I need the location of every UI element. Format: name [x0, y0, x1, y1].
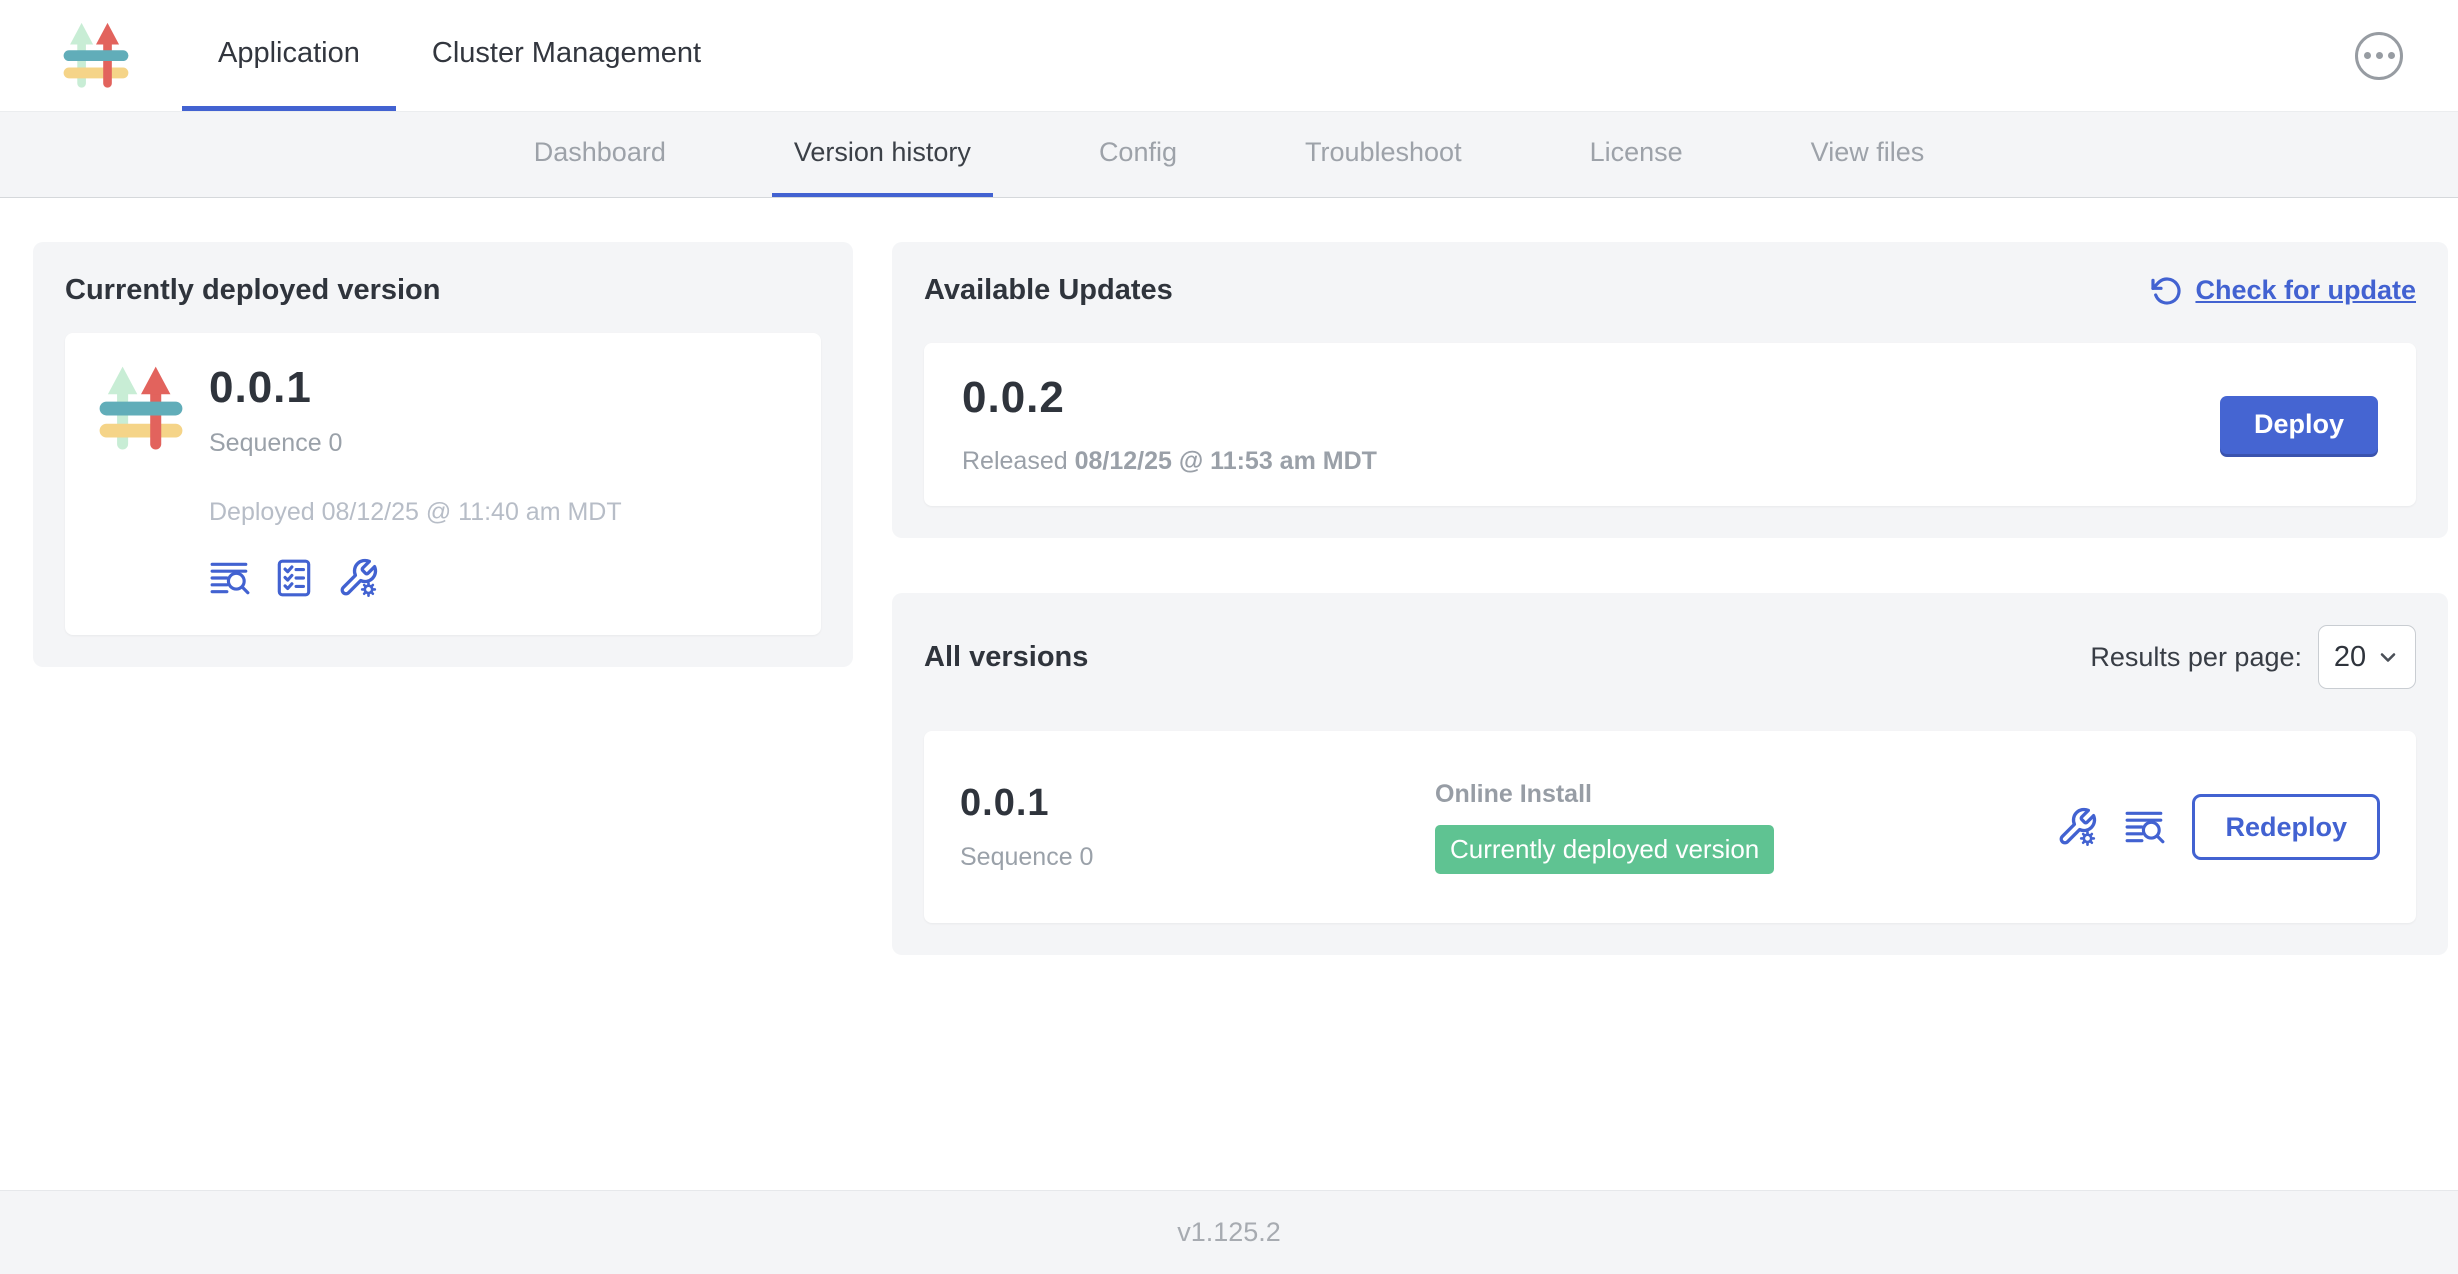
currently-deployed-card: Currently deployed version 0.0.1 Sequenc… [33, 242, 853, 667]
deploy-button[interactable]: Deploy [2220, 396, 2378, 454]
console-version: v1.125.2 [1177, 1217, 1281, 1248]
tab-cluster-management-label: Cluster Management [432, 37, 701, 70]
row-sequence-label: Sequence 0 [960, 843, 1435, 872]
tab-application[interactable]: Application [182, 0, 396, 111]
all-versions-title: All versions [924, 641, 1088, 674]
app-logo-icon [60, 20, 132, 92]
rotate-ccw-icon [2151, 275, 2183, 307]
deployed-version-details: 0.0.1 Sequence 0 Deployed 08/12/25 @ 11:… [209, 363, 622, 599]
view-logs-icon[interactable] [2124, 806, 2166, 848]
overflow-menu-button[interactable] [2355, 32, 2403, 80]
edit-config-icon[interactable] [2056, 806, 2098, 848]
ellipsis-icon [2364, 52, 2371, 59]
results-per-page-label: Results per page: [2090, 642, 2302, 673]
tab-cluster-management[interactable]: Cluster Management [396, 0, 737, 111]
preflight-checks-icon[interactable] [273, 557, 315, 599]
subnav-tab-dashboard[interactable]: Dashboard [512, 112, 688, 197]
deployed-version-number: 0.0.1 [209, 363, 622, 413]
check-for-update-link[interactable]: Check for update [2151, 275, 2416, 307]
subnav-tab-troubleshoot[interactable]: Troubleshoot [1283, 112, 1484, 197]
available-updates-title: Available Updates [924, 274, 1173, 307]
results-per-page-select[interactable]: 20 [2318, 625, 2416, 689]
header-spacer [737, 0, 2355, 111]
view-logs-icon[interactable] [209, 557, 251, 599]
deployed-sequence-label: Sequence 0 [209, 429, 622, 458]
version-row: 0.0.1 Sequence 0 Online Install Currentl… [924, 731, 2416, 923]
deployed-timestamp: Deployed 08/12/25 @ 11:40 am MDT [209, 498, 622, 527]
available-update-row: 0.0.2 Released 08/12/25 @ 11:53 am MDT D… [924, 343, 2416, 506]
update-released-timestamp: Released 08/12/25 @ 11:53 am MDT [962, 447, 1377, 476]
subnav-tab-version-history[interactable]: Version history [772, 112, 993, 197]
right-column: Available Updates Check for update 0.0.2… [892, 242, 2448, 955]
results-per-page-value: 20 [2334, 641, 2366, 674]
redeploy-button[interactable]: Redeploy [2192, 794, 2380, 860]
app-footer: v1.125.2 [0, 1190, 2458, 1274]
main-content: Currently deployed version 0.0.1 Sequenc… [0, 198, 2458, 1190]
chevron-down-icon [2376, 645, 2400, 669]
edit-config-icon[interactable] [337, 557, 379, 599]
subnav-tab-config[interactable]: Config [1077, 112, 1199, 197]
deployed-version-panel: 0.0.1 Sequence 0 Deployed 08/12/25 @ 11:… [65, 333, 821, 635]
deployed-actions [209, 557, 622, 599]
app-subnav: Dashboard Version history Config Trouble… [0, 112, 2458, 198]
update-version-number: 0.0.2 [962, 373, 1377, 423]
row-install-type: Online Install [1435, 780, 2056, 809]
app-header: Application Cluster Management [0, 0, 2458, 112]
currently-deployed-title: Currently deployed version [65, 274, 821, 307]
available-updates-card: Available Updates Check for update 0.0.2… [892, 242, 2448, 538]
app-logo-icon [95, 363, 187, 455]
all-versions-card: All versions Results per page: 20 0.0.1 … [892, 593, 2448, 955]
row-version-number: 0.0.1 [960, 782, 1435, 825]
subnav-tab-view-files[interactable]: View files [1789, 112, 1947, 197]
app-nav: Application Cluster Management [182, 0, 737, 111]
currently-deployed-badge: Currently deployed version [1435, 825, 1774, 874]
check-for-update-label: Check for update [2195, 275, 2416, 306]
tab-application-label: Application [218, 37, 360, 70]
results-per-page: Results per page: 20 [2090, 625, 2416, 689]
subnav-tab-license[interactable]: License [1568, 112, 1705, 197]
